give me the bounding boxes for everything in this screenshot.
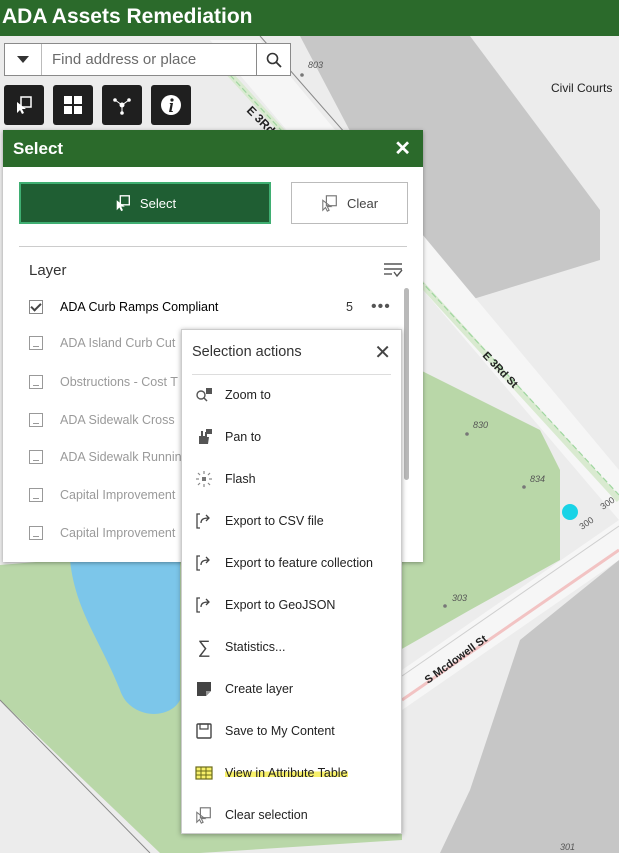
layer-heading: Layer bbox=[29, 261, 67, 279]
map-label-303: 303 bbox=[452, 593, 467, 603]
app-title-bar: ADA Assets Remediation bbox=[0, 0, 619, 36]
export-icon bbox=[195, 554, 213, 572]
action-label: Export to GeoJSON bbox=[225, 598, 336, 612]
layer-list-scrollbar[interactable] bbox=[404, 288, 409, 480]
action-label: Clear selection bbox=[225, 808, 308, 822]
flash-icon bbox=[195, 470, 213, 488]
widget-toolbar bbox=[4, 85, 191, 125]
layer-checkbox[interactable] bbox=[29, 526, 43, 540]
selected-curb-ramp[interactable] bbox=[562, 504, 578, 520]
layer-checkbox[interactable] bbox=[29, 375, 43, 389]
clear-selection-icon bbox=[322, 195, 337, 212]
action-label: Export to CSV file bbox=[225, 514, 324, 528]
clear-selection-icon bbox=[195, 806, 213, 824]
layer-selection-count: 5 bbox=[346, 300, 353, 314]
map-label-830: 830 bbox=[473, 420, 488, 430]
info-icon bbox=[161, 95, 181, 115]
address-point bbox=[443, 604, 447, 608]
select-cursor-icon bbox=[17, 96, 32, 114]
export-icon bbox=[195, 596, 213, 614]
action-label: Pan to bbox=[225, 430, 262, 444]
selection-actions-title: Selection actions bbox=[192, 344, 302, 360]
selection-actions-menu: Selection actions ✕ Zoom to Pan to Flash… bbox=[181, 329, 402, 834]
clear-button[interactable]: Clear bbox=[291, 182, 408, 224]
create-layer-icon bbox=[195, 680, 213, 698]
action-create-layer[interactable]: Create layer bbox=[195, 675, 395, 703]
map-label-civil-courts: Civil Courts bbox=[551, 81, 612, 95]
clear-button-label: Clear bbox=[346, 195, 379, 211]
action-label: Save to My Content bbox=[225, 724, 335, 738]
search-source-dropdown[interactable] bbox=[5, 44, 42, 75]
search-button[interactable] bbox=[256, 44, 290, 75]
sigma-icon: ∑ bbox=[197, 636, 211, 657]
layout-tool-button[interactable] bbox=[53, 85, 93, 125]
more-options-icon[interactable]: ••• bbox=[371, 298, 391, 316]
select-button-row: Select Clear bbox=[19, 182, 408, 224]
layer-row[interactable]: ADA Curb Ramps Compliant 5 ••• bbox=[29, 295, 391, 319]
pan-hand-icon bbox=[195, 428, 213, 446]
address-point bbox=[465, 432, 469, 436]
layer-checkbox[interactable] bbox=[29, 413, 43, 427]
select-panel-header: Select ✕ bbox=[3, 130, 423, 167]
select-button-label: Select bbox=[139, 195, 177, 211]
map-label-803: 803 bbox=[308, 60, 323, 70]
select-button[interactable]: Select bbox=[19, 182, 271, 224]
action-export-feature-collection[interactable]: Export to feature collection bbox=[195, 549, 395, 577]
map-label-301: 301 bbox=[560, 842, 575, 852]
action-label: View in Attribute Table bbox=[225, 766, 348, 780]
action-export-csv[interactable]: Export to CSV file bbox=[195, 507, 395, 535]
export-icon bbox=[195, 512, 213, 530]
layer-checkbox[interactable] bbox=[29, 300, 43, 314]
search-input[interactable] bbox=[42, 44, 256, 75]
search-icon bbox=[266, 52, 282, 68]
action-view-in-attribute-table[interactable]: View in Attribute Table bbox=[195, 759, 395, 787]
app-title: ADA Assets Remediation bbox=[2, 5, 253, 28]
select-tool-button[interactable] bbox=[4, 85, 44, 125]
address-point bbox=[522, 485, 526, 489]
action-label: Export to feature collection bbox=[225, 556, 373, 570]
map-label-834: 834 bbox=[530, 474, 545, 484]
layer-list-header: Layer bbox=[29, 258, 403, 282]
action-label: Statistics... bbox=[225, 640, 286, 654]
close-icon[interactable]: ✕ bbox=[394, 136, 411, 161]
layer-checkbox[interactable] bbox=[29, 488, 43, 502]
selection-actions-header: Selection actions ✕ bbox=[192, 330, 391, 375]
info-tool-button[interactable] bbox=[151, 85, 191, 125]
select-cursor-icon bbox=[116, 195, 130, 212]
address-point bbox=[300, 73, 304, 77]
action-zoom-to[interactable]: Zoom to bbox=[195, 381, 395, 409]
search-widget bbox=[4, 43, 291, 76]
share-icon bbox=[113, 98, 131, 115]
action-flash[interactable]: Flash bbox=[195, 465, 395, 493]
zoom-to-icon bbox=[195, 386, 213, 404]
close-icon[interactable]: ✕ bbox=[374, 340, 391, 365]
layer-name: ADA Curb Ramps Compliant bbox=[60, 300, 219, 314]
action-label: Zoom to bbox=[225, 388, 271, 402]
divider bbox=[19, 246, 407, 247]
action-pan-to[interactable]: Pan to bbox=[195, 423, 395, 451]
filter-list-icon[interactable] bbox=[383, 261, 403, 279]
action-clear-selection[interactable]: Clear selection bbox=[195, 801, 395, 829]
save-icon bbox=[195, 722, 213, 740]
share-tool-button[interactable] bbox=[102, 85, 142, 125]
action-save-to-my-content[interactable]: Save to My Content bbox=[195, 717, 395, 745]
select-panel-title: Select bbox=[13, 138, 64, 158]
layer-checkbox[interactable] bbox=[29, 336, 43, 350]
action-statistics[interactable]: ∑ Statistics... bbox=[195, 633, 395, 661]
layer-checkbox[interactable] bbox=[29, 450, 43, 464]
table-icon bbox=[195, 764, 213, 782]
action-export-geojson[interactable]: Export to GeoJSON bbox=[195, 591, 395, 619]
grid-icon bbox=[64, 96, 82, 114]
action-label: Flash bbox=[225, 472, 256, 486]
action-label: Create layer bbox=[225, 682, 294, 696]
